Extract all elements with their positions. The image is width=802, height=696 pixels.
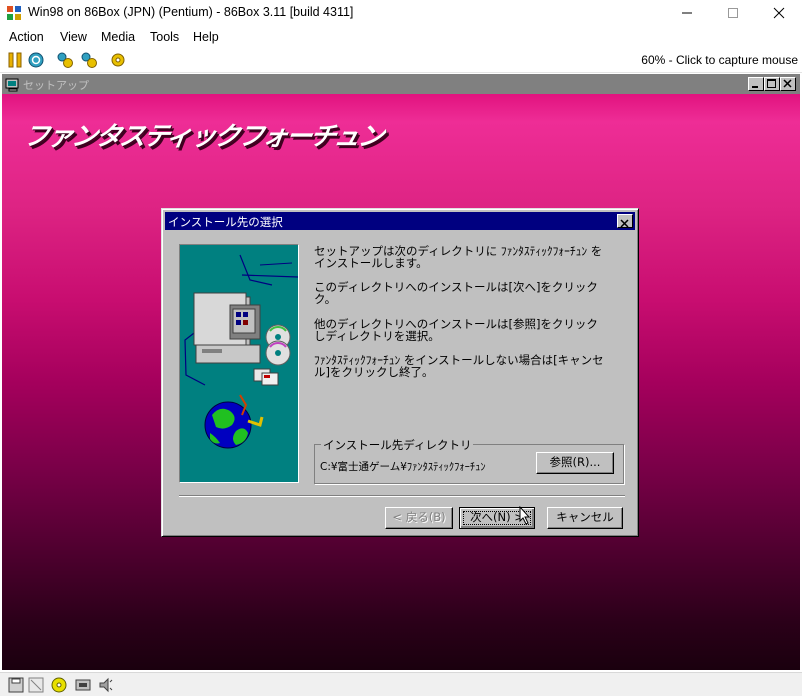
setup-maximize-button[interactable] [764,77,780,91]
pause-icon[interactable] [6,51,24,69]
86box-app-icon [7,6,21,20]
ctrl-alt-del-icon[interactable] [56,51,74,69]
menu-view[interactable]: View [60,30,87,44]
maximize-icon [728,8,738,18]
cdrom-icon[interactable] [51,677,67,693]
install-location-dialog: インストール先の選択 セットアップは次のディレクトリに ﾌｧﾝﾀｽﾃｨｯｸﾌｫｰ… [161,208,639,537]
computer-globe-illustration [184,254,299,449]
message-browse-instruction: 他のディレクトリへのインストールは[参照]をクリック しディレクトリを選択。 [314,317,598,343]
menu-tools[interactable]: Tools [150,30,179,44]
close-icon [620,219,629,228]
setup-illustration [179,244,299,483]
cancel-button[interactable]: キャンセル [547,507,623,529]
toolbar: 60% - Click to capture mouse [0,48,802,73]
floppy-icon[interactable] [8,677,24,693]
close-button[interactable] [756,0,802,26]
close-icon [773,7,785,19]
maximize-icon [767,79,776,88]
host-title-bar: Win98 on 86Box (JPN) (Pentium) - 86Box 3… [0,0,802,26]
network-icon[interactable] [75,677,91,693]
setup-window-titlebar: セットアップ [2,74,800,94]
guest-screen[interactable]: セットアップ ファンタスティックフォーチュン インストール先の選択 セットアップ… [2,74,800,670]
minimize-icon [682,12,692,14]
browse-button[interactable]: 参照(R)... [536,452,614,474]
menu-media[interactable]: Media [101,30,135,44]
settings-icon[interactable] [109,51,127,69]
dialog-separator [179,495,625,497]
minimize-button[interactable] [664,0,710,26]
setup-close-button[interactable] [780,77,796,91]
setup-minimize-button[interactable] [748,77,764,91]
menu-bar: Action View Media Tools Help [0,26,802,48]
sound-icon[interactable] [98,677,114,693]
message-install-target: セットアップは次のディレクトリに ﾌｧﾝﾀｽﾃｨｯｸﾌｫｰﾁｭﾝ を インストー… [314,244,603,270]
install-directory-label: インストール先ディレクトリ [321,437,474,453]
menu-action[interactable]: Action [9,30,44,44]
dialog-close-button[interactable] [617,214,633,228]
capture-mouse-hint: 60% - Click to capture mouse [641,53,798,67]
install-path-text: C:¥富士通ゲーム¥ﾌｧﾝﾀｽﾃｨｯｸﾌｫｰﾁｭﾝ [320,461,486,473]
minimize-icon [752,86,758,88]
floppy-empty-icon[interactable] [28,677,44,693]
status-bar [0,672,802,696]
menu-help[interactable]: Help [193,30,219,44]
product-logo: ファンタスティックフォーチュン [21,122,385,152]
back-button[interactable]: < 戻る(B) [385,507,453,529]
reset-icon[interactable] [27,51,45,69]
close-icon [783,79,792,88]
setup-app-icon [5,78,19,92]
message-cancel-instruction: ﾌｧﾝﾀｽﾃｨｯｸﾌｫｰﾁｭﾝ をインストールしない場合は[キャンセ ル]をクリ… [314,353,604,379]
ctrl-alt-esc-icon[interactable] [80,51,98,69]
window-title: Win98 on 86Box (JPN) (Pentium) - 86Box 3… [28,5,354,19]
dialog-titlebar: インストール先の選択 [165,212,635,230]
mouse-cursor-icon [519,506,531,525]
message-next-instruction: このディレクトリへのインストールは[次へ]をクリック ク。 [314,280,598,306]
maximize-button[interactable] [710,0,756,26]
install-directory-group: インストール先ディレクトリ C:¥富士通ゲーム¥ﾌｧﾝﾀｽﾃｨｯｸﾌｫｰﾁｭﾝ … [314,437,624,484]
dialog-title: インストール先の選択 [168,215,283,229]
setup-window-title: セットアップ [23,79,89,92]
